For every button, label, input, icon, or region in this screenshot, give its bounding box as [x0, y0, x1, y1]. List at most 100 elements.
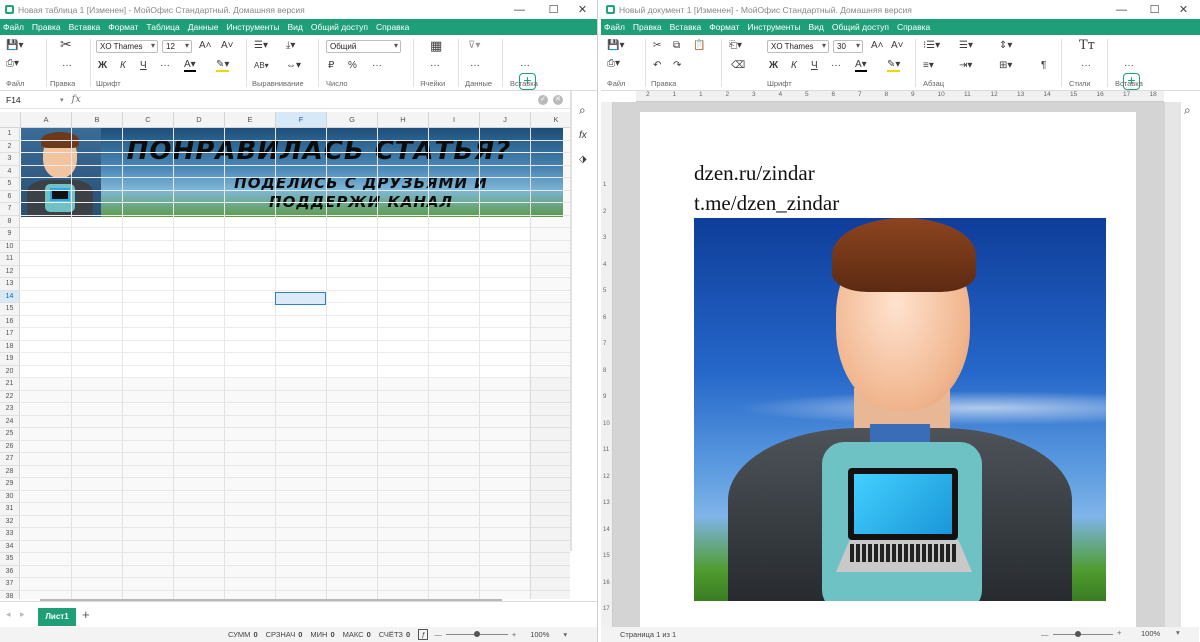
menu-item[interactable]: Формат: [709, 22, 739, 32]
zoom-out-icon[interactable]: —: [434, 630, 442, 639]
search-icon[interactable]: ⌕: [1184, 104, 1191, 117]
bullet-list-icon[interactable]: ⁝☰▾: [923, 39, 940, 52]
menu-item[interactable]: Данные: [188, 22, 219, 32]
undo-icon[interactable]: ↶: [653, 59, 661, 72]
highlight-icon[interactable]: ✎▾: [887, 59, 901, 72]
menu-item[interactable]: Инструменты: [747, 22, 800, 32]
row-header[interactable]: 22: [0, 390, 20, 403]
pilcrow-icon[interactable]: ¶: [1041, 59, 1046, 72]
number-format-select[interactable]: Общий: [326, 40, 401, 53]
column-header[interactable]: K: [531, 112, 570, 128]
table-icon[interactable]: ⊞▾: [999, 59, 1012, 72]
zoom-in-icon[interactable]: +: [1117, 628, 1121, 637]
font-size-select[interactable]: 12: [162, 40, 192, 53]
zoom-out-icon[interactable]: —: [1041, 630, 1049, 639]
search-icon[interactable]: ⌕: [579, 104, 586, 117]
chevron-down-icon[interactable]: ▾: [60, 96, 64, 104]
numbered-list-icon[interactable]: ≡▾: [923, 59, 934, 72]
paste-icon[interactable]: 📋: [693, 39, 705, 52]
menu-item[interactable]: Вставка: [670, 22, 702, 32]
zoom-menu-icon[interactable]: ▾: [563, 630, 567, 639]
fx-icon[interactable]: fx: [72, 94, 81, 105]
font-shrink-icon[interactable]: A˅: [891, 39, 904, 52]
italic-button[interactable]: К: [791, 59, 797, 72]
print-icon[interactable]: ⎙▾: [6, 57, 19, 70]
menu-item[interactable]: Файл: [3, 22, 24, 32]
more-icon[interactable]: ···: [62, 59, 72, 72]
format-painter-icon[interactable]: ⎗▾: [729, 39, 742, 52]
bold-button[interactable]: Ж: [98, 59, 107, 72]
row-header[interactable]: 20: [0, 365, 20, 378]
save-icon[interactable]: 💾▾: [6, 39, 23, 52]
row-header[interactable]: 28: [0, 465, 20, 478]
row-header[interactable]: 27: [0, 453, 20, 466]
row-header[interactable]: 12: [0, 265, 20, 278]
row-header[interactable]: 13: [0, 278, 20, 291]
column-header[interactable]: D: [174, 112, 225, 128]
row-header[interactable]: 17: [0, 328, 20, 341]
row-header[interactable]: 34: [0, 540, 20, 553]
save-icon[interactable]: 💾▾: [607, 39, 624, 52]
avatar-image[interactable]: [694, 218, 1106, 601]
select-all-corner[interactable]: [0, 112, 21, 128]
column-header[interactable]: C: [123, 112, 174, 128]
currency-icon[interactable]: ₽: [328, 59, 334, 72]
align-icon[interactable]: ☰▾: [254, 39, 268, 52]
menu-item[interactable]: Правка: [32, 22, 61, 32]
column-header[interactable]: A: [21, 112, 72, 128]
more-icon[interactable]: ···: [470, 59, 480, 72]
font-color-icon[interactable]: A▾: [855, 59, 867, 72]
document-page[interactable]: dzen.ru/zindar t.me/dzen_zindar: [640, 112, 1136, 632]
vertical-ruler[interactable]: 12345678910111213141516171819: [601, 102, 613, 639]
row-header[interactable]: 11: [0, 253, 20, 266]
more-icon[interactable]: ···: [430, 59, 440, 72]
function-icon[interactable]: ƒ: [418, 629, 429, 640]
menu-item[interactable]: Таблица: [146, 22, 179, 32]
row-header[interactable]: 33: [0, 528, 20, 541]
text-line-2[interactable]: t.me/dzen_zindar: [694, 191, 839, 216]
row-header[interactable]: 7: [0, 203, 20, 216]
menu-item[interactable]: Вид: [287, 22, 302, 32]
column-header[interactable]: J: [480, 112, 531, 128]
spreadsheet-grid[interactable]: ПОНРАВИЛАСЬ СТАТЬЯ? ПОДЕЛИСЬ С ДРУЗЬЯМИ …: [0, 112, 570, 599]
indent-icon[interactable]: ⇥▾: [959, 59, 972, 72]
row-header[interactable]: 35: [0, 553, 20, 566]
font-family-select[interactable]: XO Thames: [96, 40, 158, 53]
menu-item[interactable]: Файл: [604, 22, 625, 32]
menu-item[interactable]: Правка: [633, 22, 662, 32]
column-header[interactable]: B: [72, 112, 123, 128]
zoom-thumb[interactable]: [473, 631, 480, 637]
italic-button[interactable]: К: [120, 59, 126, 72]
more-icon[interactable]: ···: [1124, 59, 1134, 72]
row-header[interactable]: 9: [0, 228, 20, 241]
font-shrink-icon[interactable]: A˅: [221, 39, 234, 52]
minimize-icon[interactable]: —: [503, 0, 536, 19]
vertical-scrollbar[interactable]: [1165, 102, 1181, 627]
column-header[interactable]: H: [378, 112, 429, 128]
merge-icon[interactable]: ⇔▾: [286, 59, 301, 72]
font-size-select[interactable]: 30: [833, 40, 863, 53]
row-header[interactable]: 24: [0, 415, 20, 428]
font-family-select[interactable]: XO Thames: [767, 40, 829, 53]
zoom-slider[interactable]: [445, 631, 508, 637]
spacing-icon[interactable]: ⇕▾: [999, 39, 1012, 52]
zoom-thumb[interactable]: [1075, 631, 1081, 637]
zoom-menu-icon[interactable]: ▾: [1176, 628, 1180, 637]
row-header[interactable]: 38: [0, 590, 20, 599]
row-header[interactable]: 10: [0, 240, 20, 253]
row-header[interactable]: 19: [0, 353, 20, 366]
zoom-level[interactable]: 100%: [530, 630, 549, 639]
row-header[interactable]: 30: [0, 490, 20, 503]
styles-icon[interactable]: Tᴛ: [1079, 39, 1095, 52]
menu-item[interactable]: Формат: [108, 22, 138, 32]
zoom-level[interactable]: 100%: [1141, 629, 1160, 638]
row-header[interactable]: 16: [0, 315, 20, 328]
cut-icon[interactable]: ✂: [60, 37, 72, 51]
cell-reference[interactable]: F14: [0, 95, 60, 105]
horizontal-ruler[interactable]: 2 1 1 2 3 4 5 6 7 8 9 10 11 12 13 14 15 16 17 18: [636, 91, 1164, 102]
underline-button[interactable]: Ч: [140, 59, 147, 72]
text-line-1[interactable]: dzen.ru/zindar: [694, 161, 815, 186]
menu-item[interactable]: Общий доступ: [832, 22, 889, 32]
cells-icon[interactable]: ▦: [430, 39, 442, 52]
close-icon[interactable]: ✕: [1167, 0, 1200, 19]
